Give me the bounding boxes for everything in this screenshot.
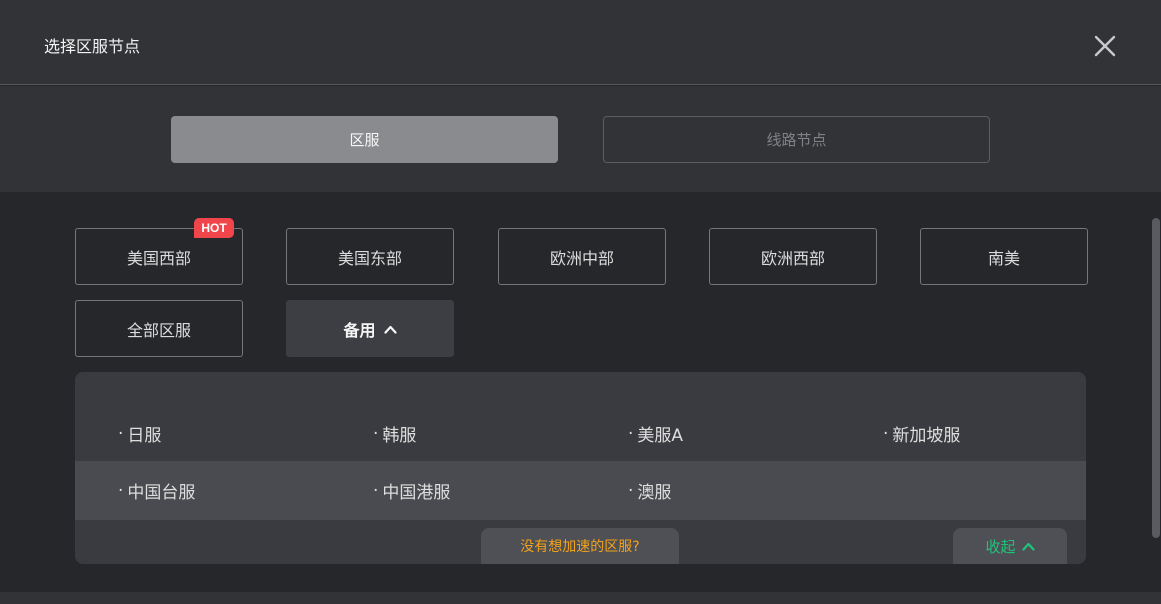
hot-badge: HOT <box>194 218 234 238</box>
backup-row-highlighted: · 中国台服 · 中国港服 · 澳服 <box>75 461 1086 520</box>
region-label: 欧洲西部 <box>760 248 825 268</box>
region-label: 美国西部 <box>126 248 191 268</box>
backup-item-sg[interactable]: · 新加坡服 <box>883 404 960 463</box>
tab-regions[interactable]: 区服 <box>171 116 558 163</box>
chevron-up-icon <box>1021 537 1035 555</box>
backup-item-jp[interactable]: · 日服 <box>118 404 161 463</box>
region-label: 欧洲中部 <box>549 248 614 268</box>
collapse-label: 收起 <box>985 537 1016 556</box>
backup-row: · 日服 · 韩服 · 美服A · 新加坡服 <box>75 404 1086 463</box>
backup-item-us-a[interactable]: · 美服A <box>628 404 683 463</box>
scrollbar[interactable] <box>1152 218 1160 538</box>
request-region-button[interactable]: 没有想加速的区服? <box>481 528 679 564</box>
region-label: 美国东部 <box>337 248 402 268</box>
region-label: 全部区服 <box>126 320 191 340</box>
dialog-footer-strip <box>0 592 1161 604</box>
close-icon[interactable] <box>1090 31 1120 61</box>
backup-item-kr[interactable]: · 韩服 <box>373 404 416 463</box>
tab-bar: 区服 线路节点 <box>0 86 1161 192</box>
collapse-button[interactable]: 收起 <box>953 528 1067 564</box>
backup-item-hk[interactable]: · 中国港服 <box>373 461 450 520</box>
region-label: 南美 <box>987 248 1020 268</box>
region-backup-button[interactable]: 备用 <box>286 300 454 357</box>
chevron-up-icon <box>383 319 397 338</box>
dialog-title: 选择区服节点 <box>44 37 141 56</box>
region-south-america-button[interactable]: 南美 <box>920 228 1088 285</box>
region-us-east-button[interactable]: 美国东部 <box>286 228 454 285</box>
region-eu-west-button[interactable]: 欧洲西部 <box>709 228 877 285</box>
backup-item-au[interactable]: · 澳服 <box>628 461 671 520</box>
tab-route-nodes[interactable]: 线路节点 <box>603 116 990 163</box>
dialog-header: 选择区服节点 <box>0 0 1161 85</box>
backup-label: 备用 <box>343 320 376 340</box>
backup-item-tw[interactable]: · 中国台服 <box>118 461 195 520</box>
region-eu-central-button[interactable]: 欧洲中部 <box>498 228 666 285</box>
backup-region-panel: · 日服 · 韩服 · 美服A · 新加坡服 · 中国台服 · 中国港服 · 澳… <box>75 372 1086 564</box>
region-all-button[interactable]: 全部区服 <box>75 300 243 357</box>
